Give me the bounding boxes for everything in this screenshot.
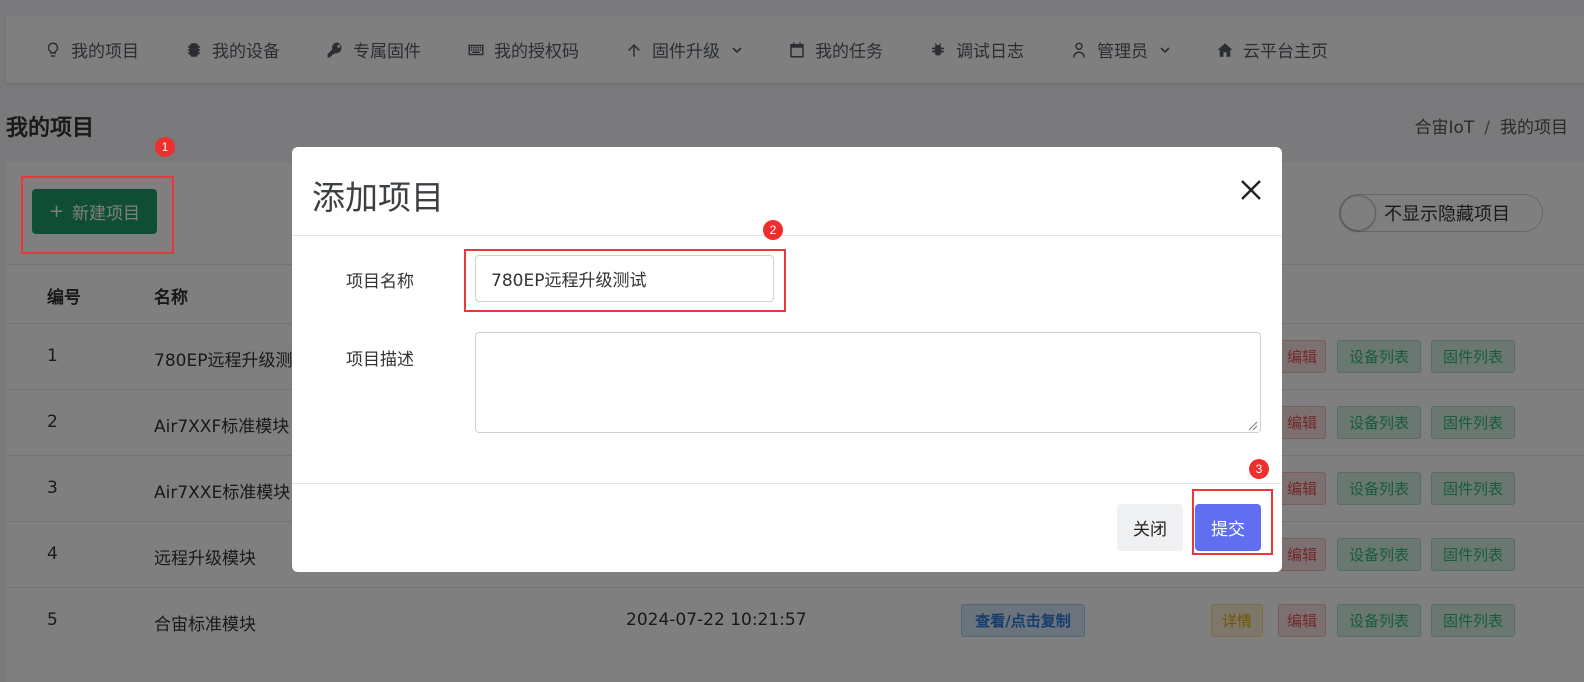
dialog-title: 添加项目 (312, 178, 444, 217)
dialog-header-divider (292, 235, 1282, 236)
close-icon (1241, 180, 1261, 200)
annotation-highlight-name-input (464, 249, 786, 312)
project-description-textarea[interactable] (475, 332, 1261, 433)
project-name-label: 项目名称 (346, 272, 414, 292)
annotation-badge: 1 (155, 137, 175, 157)
annotation-highlight-submit (1192, 489, 1273, 555)
resize-handle-icon[interactable] (1248, 421, 1258, 431)
close-button[interactable]: 关闭 (1117, 504, 1183, 551)
annotation-badge: 2 (763, 220, 783, 240)
dialog-close-button[interactable] (1238, 177, 1264, 203)
dialog-footer-divider (292, 483, 1282, 484)
project-description-label: 项目描述 (346, 350, 414, 370)
add-project-dialog: 添加项目 项目名称 项目描述 关闭 提交 (292, 147, 1282, 572)
annotation-highlight-new-project (21, 176, 174, 254)
annotation-badge: 3 (1249, 459, 1269, 479)
